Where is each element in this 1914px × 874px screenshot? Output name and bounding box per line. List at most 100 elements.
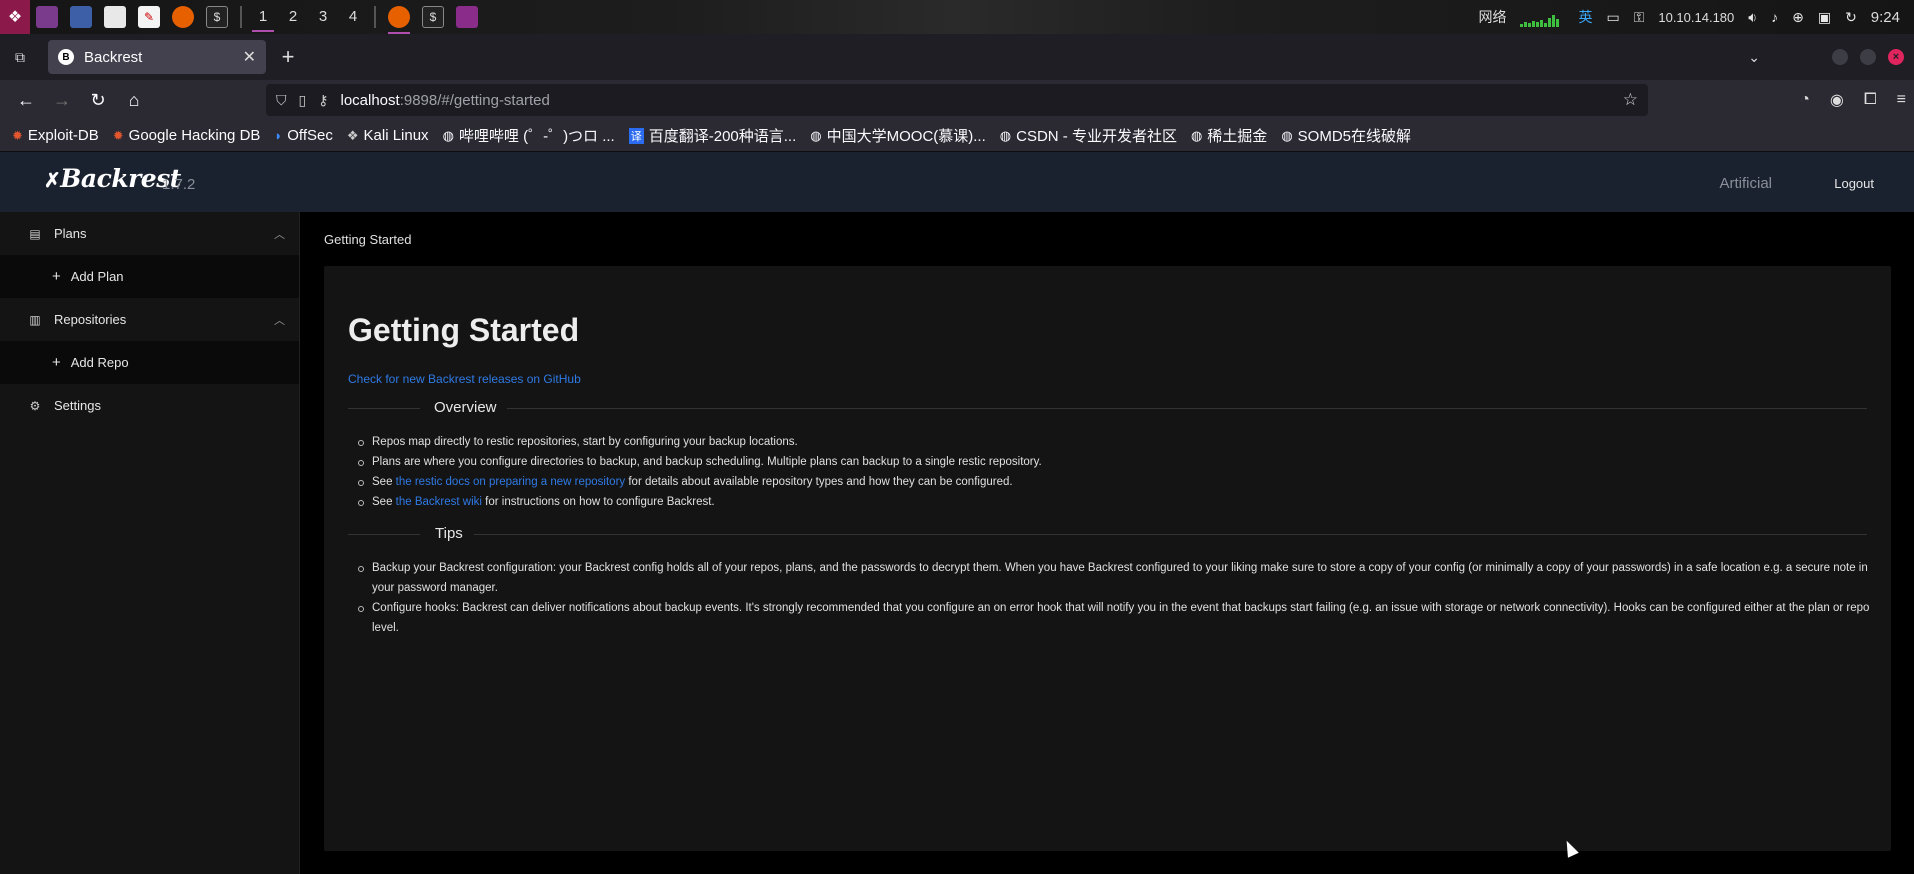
instance-name: Artificial [1719, 175, 1772, 192]
power-icon[interactable]: ↻ [1845, 9, 1857, 26]
tips-heading: Tips [435, 525, 463, 542]
close-window-button[interactable]: × [1888, 49, 1904, 65]
bookmarks-bar: ✹ Exploit-DB ✹ Google Hacking DB ◗ OffSec ❖… [0, 120, 1914, 152]
bookmark-google-hacking-db[interactable]: ✹ Google Hacking DB [113, 127, 261, 144]
sidebar-item-settings[interactable]: ⚙ Settings [0, 384, 299, 427]
bookmark-somd5[interactable]: ◍ SOMD5在线破解 [1281, 125, 1411, 146]
browser-nav-bar: ← → ↻ ⌂ ⛉ ▯ ⚷ localhost:9898/#/getting-s… [0, 80, 1914, 120]
editor-launcher-icon[interactable]: ✎ [138, 6, 160, 28]
reload-icon[interactable]: ↻ [80, 82, 116, 118]
list-item: Backup your Backrest configuration: your… [358, 558, 1872, 598]
minimize-window-button[interactable] [1832, 49, 1848, 65]
lock-icon[interactable]: ▣ [1818, 9, 1831, 26]
screen-launcher-icon[interactable] [70, 6, 92, 28]
sidebar-item-repositories[interactable]: ▥ Repositories ︿ [0, 298, 299, 341]
offsec-icon: ◗ [274, 128, 283, 143]
bookmark-offsec[interactable]: ◗ OffSec [274, 127, 332, 144]
plus-icon: + [52, 268, 61, 285]
terminal-window-icon[interactable]: $ [422, 6, 444, 28]
page-info-icon[interactable]: ▯ [299, 92, 307, 109]
shield-icon[interactable]: ⛉ [276, 92, 287, 109]
sidebar-item-add-repo[interactable]: + Add Repo [0, 341, 299, 384]
sidebar: ▤ Plans ︿ + Add Plan ▥ Repositories ︿ + … [0, 212, 300, 874]
backrest-wiki-link[interactable]: the Backrest wiki [396, 496, 482, 508]
baidu-translate-icon: 译 [628, 127, 644, 144]
kali-menu-icon[interactable]: ❖ [0, 0, 30, 34]
bookmark-juejin[interactable]: ◍ 稀土掘金 [1191, 125, 1267, 146]
bookmark-baidu-translate[interactable]: 译百度翻译-200种语言... [628, 125, 796, 146]
tips-divider: Tips [348, 524, 1867, 544]
volume-icon[interactable]: 🔉︎ [1748, 9, 1757, 26]
backrest-logo-icon: ✗ [44, 168, 61, 192]
bookmark-star-icon[interactable]: ☆ [1623, 90, 1638, 110]
tips-list: Backup your Backrest configuration: your… [358, 558, 1872, 638]
app-version: 1.7.2 [162, 176, 196, 193]
notification-bell-icon[interactable]: ♪ [1771, 9, 1778, 25]
firefox-launcher-icon[interactable] [172, 6, 194, 28]
github-releases-link[interactable]: Check for new Backrest releases on GitHu… [348, 372, 581, 386]
globe-icon: ◍ [1281, 127, 1293, 143]
globe-icon: ◍ [999, 127, 1012, 143]
url-bar[interactable]: ⛉ ▯ ⚷ localhost:9898/#/getting-started ☆ [266, 84, 1648, 116]
sidebar-item-plans[interactable]: ▤ Plans ︿ [0, 212, 299, 255]
url-path: :9898/#/getting-started [399, 91, 550, 109]
forward-arrow-icon[interactable]: → [44, 82, 80, 118]
url-host: localhost [340, 91, 400, 109]
hamburger-menu-icon[interactable]: ≡ [1897, 91, 1906, 109]
sidebar-item-add-plan[interactable]: + Add Plan [0, 255, 299, 298]
bookmark-csdn[interactable]: ◍ CSDN - 专业开发者社区 [1000, 125, 1177, 146]
browser-tab-bar: ⧉ B Backrest ✕ + ⌄ × [0, 34, 1914, 80]
logout-button[interactable]: Logout [1834, 176, 1874, 191]
vpn-icon[interactable]: ⚿ [1634, 9, 1645, 26]
workspace-4[interactable]: 4 [338, 0, 368, 34]
maximize-window-button[interactable] [1860, 49, 1876, 65]
terminal-launcher-icon[interactable] [36, 6, 58, 28]
new-tab-button[interactable]: + [270, 40, 306, 74]
overview-heading: Overview [434, 399, 497, 416]
display-icon[interactable]: ▭ [1606, 9, 1619, 26]
ghdb-icon: ✹ [112, 127, 124, 143]
bookmark-kali-linux[interactable]: ❖ Kali Linux [347, 127, 429, 144]
list-item: Repos map directly to restic repositorie… [358, 432, 1872, 452]
files-launcher-icon[interactable] [104, 6, 126, 28]
list-item: Plans are where you configure directorie… [358, 452, 1872, 472]
exploit-db-icon: ✹ [12, 127, 23, 143]
pocket-icon[interactable]: ◔ [1800, 91, 1810, 109]
bookmark-mooc[interactable]: ◍ 中国大学MOOC(慕课)... [810, 125, 986, 146]
key-icon[interactable]: ⚷ [318, 92, 328, 109]
bookmark-bilibili[interactable]: ◍ 哔哩哔哩 (゜-゜)つロ ... [443, 125, 615, 146]
database-icon: ▥ [29, 312, 41, 327]
workspace-2[interactable]: 2 [278, 0, 308, 34]
app-header: ✗Backrest 1.7.2 Artificial Logout [0, 152, 1914, 212]
chevron-up-icon: ︿ [274, 315, 285, 327]
clock: 9:24 [1870, 8, 1900, 26]
back-arrow-icon[interactable]: ← [8, 82, 44, 118]
bookmark-exploit-db[interactable]: ✹ Exploit-DB [12, 127, 99, 144]
input-method-label[interactable]: 英 [1578, 7, 1592, 27]
globe-icon: ◍ [1190, 127, 1203, 143]
backrest-favicon-icon: B [58, 49, 74, 65]
globe-icon: ◍ [442, 127, 454, 143]
backrest-logo[interactable]: ✗Backrest [44, 164, 181, 193]
tab-title: Backrest [84, 48, 143, 66]
update-icon[interactable]: ⊕ [1792, 9, 1804, 26]
list-all-tabs-chevron-icon[interactable]: ⌄ [1748, 49, 1760, 66]
home-icon[interactable]: ⌂ [116, 82, 152, 118]
folder-window-icon[interactable] [456, 6, 478, 28]
gear-icon: ⚙ [29, 398, 41, 413]
plus-icon: + [52, 354, 61, 371]
main-content: Getting Started Getting Started Check fo… [300, 212, 1914, 874]
extensions-puzzle-icon[interactable]: ⧠ [1864, 91, 1877, 109]
tab-close-icon[interactable]: ✕ [243, 47, 256, 67]
network-label[interactable]: 网络 [1478, 7, 1506, 27]
workspace-3[interactable]: 3 [308, 0, 338, 34]
extension-fox-icon[interactable]: ◉ [1830, 90, 1844, 110]
list-item: See the Backrest wiki for instructions o… [358, 492, 1872, 512]
terminal-icon[interactable]: $ [206, 6, 228, 28]
chevron-up-icon: ︿ [274, 229, 285, 241]
tab-list-icon[interactable]: ⧉ [0, 34, 40, 80]
firefox-window-icon[interactable] [388, 6, 410, 34]
restic-docs-link[interactable]: the restic docs on preparing a new repos… [396, 476, 625, 488]
tab-backrest[interactable]: B Backrest ✕ [48, 40, 266, 74]
workspace-1[interactable]: 1 [248, 0, 278, 34]
